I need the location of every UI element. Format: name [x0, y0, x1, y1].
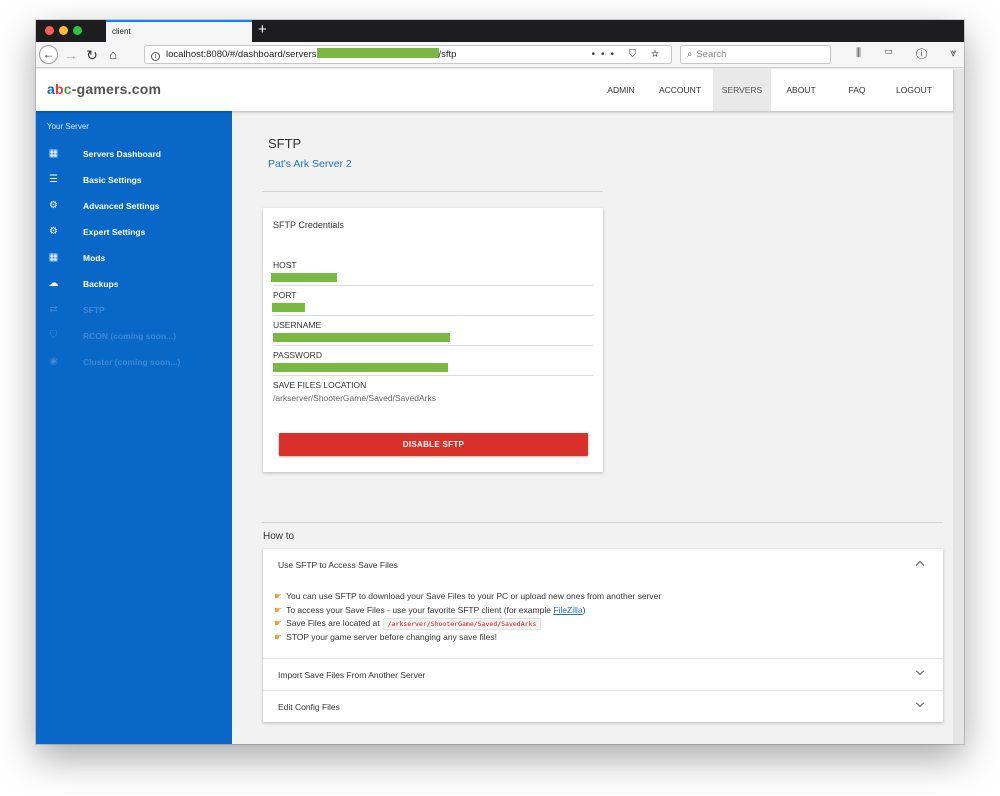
- home-button[interactable]: ⌂: [103, 45, 123, 65]
- accordion-header-import-save-files[interactable]: Import Save Files From Another Server: [263, 659, 943, 690]
- save-location-field: SAVE FILES LOCATION /arkserver/ShooterGa…: [273, 380, 436, 403]
- card-title: SFTP Credentials: [273, 220, 344, 230]
- sidebar-header: Your Server: [47, 122, 89, 131]
- url-prefix: localhost:8080/#/dashboard/servers: [166, 49, 317, 60]
- nav-about[interactable]: ABOUT: [776, 69, 826, 111]
- sidebar: Your Server ▦ Servers Dashboard ☰ Basic …: [36, 111, 232, 744]
- main-content: SFTP Pat's Ark Server 2 SFTP Credentials…: [232, 111, 953, 744]
- redacted-password: [273, 363, 448, 372]
- toolbar-icons[interactable]: ⫼ ▭ ⓘ ⩔ ≡: [856, 47, 964, 60]
- browser-window: client + ← → ↻ ⌂ i localhost:8080/#/dashb…: [36, 20, 964, 744]
- nav-account[interactable]: ACCOUNT: [651, 69, 709, 111]
- info-icon[interactable]: i: [151, 52, 160, 61]
- sidebar-item-sftp[interactable]: ⇄ SFTP: [36, 297, 232, 323]
- forward-button[interactable]: →: [61, 45, 81, 65]
- page-actions-icons[interactable]: ••• ⛉ ☆: [591, 46, 665, 63]
- site-logo[interactable]: abc-gamers.com: [47, 81, 161, 97]
- server-name: Pat's Ark Server 2: [268, 158, 352, 170]
- grid-icon: ▦: [48, 252, 59, 263]
- transfer-icon: ⇄: [49, 304, 58, 315]
- maximize-window-button[interactable]: [73, 26, 82, 35]
- divider: [262, 522, 943, 523]
- arrow-left-icon: ←: [42, 47, 55, 61]
- nav-admin[interactable]: ADMIN: [596, 69, 646, 111]
- scrollbar-track[interactable]: [953, 69, 964, 744]
- nav-logout[interactable]: LOGOUT: [888, 69, 940, 111]
- sidebar-item-rcon: ⛉ RCON (coming soon...): [49, 330, 177, 341]
- chevron-down-icon: [915, 666, 925, 675]
- page-title: SFTP: [268, 136, 302, 151]
- accordion-item-import-save-files: Import Save Files From Another Server: [263, 659, 943, 691]
- accordion-header-use-sftp[interactable]: Use SFTP to Access Save Files: [263, 549, 943, 580]
- arrow-right-icon: →: [64, 47, 78, 63]
- list-item: ☛ Save Files are located at/arkserver/Sho…: [274, 618, 943, 632]
- shield-icon: ⛉: [49, 330, 58, 341]
- pointing-hand-icon: ☛: [274, 604, 283, 615]
- password-field: PASSWORD: [273, 346, 593, 376]
- pointing-hand-icon: ☛: [274, 618, 283, 629]
- list-item: ☛ You can use SFTP to download your Save …: [274, 591, 662, 601]
- search-bar[interactable]: ⌕ Search: [680, 45, 831, 64]
- sidebar-item-servers-dashboard[interactable]: ▦ Servers Dashboard: [36, 141, 232, 167]
- username-field: USERNAME: [273, 316, 593, 346]
- nav-servers[interactable]: SERVERS: [713, 69, 771, 111]
- back-button[interactable]: ←: [39, 45, 58, 64]
- sidebar-item-mods[interactable]: ▦ Mods: [36, 245, 232, 271]
- host-field: HOST: [271, 256, 593, 286]
- sidebar-item-cluster: ◉ Cluster (coming soon...): [49, 356, 181, 367]
- howto-title: How to: [263, 531, 295, 542]
- dashboard-icon: ▦: [48, 148, 59, 159]
- address-bar[interactable]: i localhost:8080/#/dashboard/servers/sftp…: [144, 45, 672, 64]
- reload-icon: ↻: [86, 47, 98, 63]
- nav-faq[interactable]: FAQ: [836, 69, 878, 111]
- accordion-body-use-sftp: ☛ You can use SFTP to download your Save …: [263, 580, 943, 658]
- list-icon: ☰: [49, 174, 58, 185]
- accordion-item-edit-config-files: Edit Config Files: [263, 691, 943, 722]
- expert-gear-icon: ⚙: [49, 226, 58, 237]
- search-placeholder: Search: [696, 49, 727, 60]
- app-header: abc-gamers.com ADMIN ACCOUNT SERVERS ABO…: [36, 69, 953, 111]
- browser-tab[interactable]: client: [106, 20, 252, 42]
- home-icon: ⌂: [109, 47, 117, 62]
- accordion-header-edit-config-files[interactable]: Edit Config Files: [263, 691, 943, 722]
- port-field: PORT: [272, 286, 593, 316]
- cloud-upload-icon: ☁: [48, 278, 59, 289]
- sidebar-item-backups[interactable]: ☁ Backups: [36, 271, 232, 297]
- search-icon: ⌕: [687, 49, 693, 60]
- gear-icon: ⚙: [49, 200, 58, 211]
- sidebar-item-expert-settings[interactable]: ⚙ Expert Settings: [36, 219, 232, 245]
- disable-sftp-button[interactable]: DISABLE SFTP: [279, 433, 588, 456]
- redacted-port: [272, 303, 305, 312]
- chevron-up-icon: [915, 560, 925, 570]
- redacted-username: [273, 333, 450, 342]
- divider: [262, 191, 603, 192]
- new-tab-button[interactable]: +: [258, 22, 267, 38]
- tab-title: client: [112, 27, 131, 36]
- redacted-host: [271, 273, 337, 282]
- list-item: ☛ To access your Save Files - use your fa…: [274, 604, 586, 615]
- chevron-down-icon: [915, 698, 925, 707]
- cluster-icon: ◉: [49, 356, 58, 367]
- close-window-button[interactable]: [45, 26, 54, 35]
- filezilla-link[interactable]: FileZilla: [553, 605, 582, 615]
- sidebar-item-basic-settings[interactable]: ☰ Basic Settings: [36, 167, 232, 193]
- howto-accordion: Use SFTP to Access Save Files ☛ You can u…: [263, 549, 943, 722]
- minimize-window-button[interactable]: [59, 26, 68, 35]
- list-item: ☛ STOP your game server before changing a…: [274, 632, 497, 643]
- reload-button[interactable]: ↻: [82, 45, 102, 65]
- sidebar-item-advanced-settings[interactable]: ⚙ Advanced Settings: [36, 193, 232, 219]
- accordion-item-use-sftp: Use SFTP to Access Save Files ☛ You can u…: [263, 549, 943, 659]
- tab-bar: client +: [36, 20, 964, 42]
- pointing-hand-icon: ☛: [274, 591, 283, 601]
- pointing-hand-icon: ☛: [274, 632, 283, 643]
- save-path-code: /arkserver/ShooterGame/Saved/SavedArks: [382, 618, 542, 631]
- url-suffix: /sftp: [438, 49, 457, 60]
- navigation-bar: ← → ↻ ⌂ i localhost:8080/#/dashboard/serv…: [36, 42, 964, 68]
- redacted-server-id: [316, 48, 439, 58]
- sftp-credentials-card: SFTP Credentials HOST PORT USERNAME PASS…: [263, 208, 603, 472]
